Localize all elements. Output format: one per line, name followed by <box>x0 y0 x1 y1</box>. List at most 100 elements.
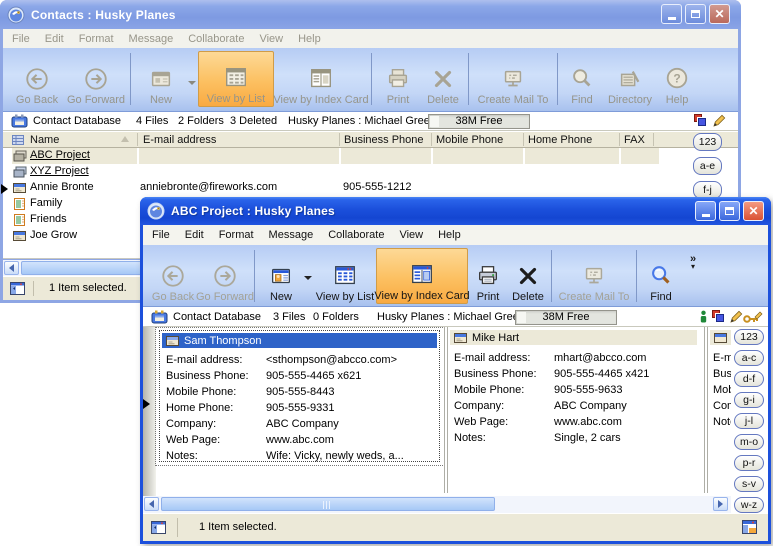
toolbar-overflow-chevron[interactable]: »▾ <box>690 255 696 271</box>
go-forward-button[interactable]: Go Forward <box>65 51 127 107</box>
index-tab-m-o[interactable]: m-o <box>734 434 764 450</box>
find-button[interactable]: Find <box>561 51 603 107</box>
card-field: Business Phone:905-555-4465 x621 <box>160 368 439 384</box>
index-tab-j-l[interactable]: j-l <box>734 413 764 429</box>
menu-help[interactable]: Help <box>438 229 461 241</box>
card-field: Mobile Phone:905-555-9633 <box>450 382 697 398</box>
scrollbar-thumb[interactable] <box>161 497 495 511</box>
maximize-button[interactable] <box>685 4 706 24</box>
index-tab-s-v[interactable]: s-v <box>734 476 764 492</box>
menu-message[interactable]: Message <box>269 229 314 241</box>
window-abc-project: ABC Project : Husky Planes ✕ File Edit F… <box>140 197 771 544</box>
menu-message[interactable]: Message <box>129 33 174 45</box>
col-email[interactable]: E-mail address <box>143 134 216 146</box>
view-by-index-card-button[interactable]: View by Index Card <box>376 248 468 304</box>
index-tab-a-e[interactable]: a-e <box>693 157 722 175</box>
new-dropdown-arrow[interactable] <box>188 81 196 85</box>
database-icon[interactable] <box>712 310 725 323</box>
list-item[interactable]: Annie Bronte anniebronte@fireworks.com 9… <box>3 180 703 196</box>
toolbar-separator <box>371 53 372 105</box>
menu-file[interactable]: File <box>152 229 170 241</box>
index-tab-123[interactable]: 123 <box>693 133 722 151</box>
print-icon <box>475 263 501 289</box>
pencil-icon[interactable] <box>729 310 743 324</box>
menu-format[interactable]: Format <box>79 33 114 45</box>
minimize-button[interactable] <box>661 4 682 24</box>
pencil-icon[interactable] <box>712 114 726 128</box>
go-forward-icon <box>83 66 109 92</box>
go-back-icon <box>24 66 50 92</box>
index-tab-p-r[interactable]: p-r <box>734 455 764 471</box>
list-item[interactable]: ABC Project <box>3 148 703 164</box>
col-business-phone[interactable]: Business Phone <box>344 134 424 146</box>
group-icon <box>14 198 25 210</box>
key-pencil-icon[interactable] <box>743 311 763 324</box>
delete-button[interactable]: Delete <box>508 248 548 304</box>
scroll-left-button[interactable] <box>4 261 19 275</box>
horizontal-scrollbar[interactable] <box>143 496 731 513</box>
go-back-button[interactable]: Go Back <box>9 51 65 107</box>
list-item[interactable]: XYZ Project <box>3 164 703 180</box>
menu-file[interactable]: File <box>12 33 30 45</box>
col-home-phone[interactable]: Home Phone <box>528 134 592 146</box>
go-back-button[interactable]: Go Back <box>147 248 199 304</box>
pane-toggle-icon[interactable] <box>151 521 166 534</box>
index-tab-a-c[interactable]: a-c <box>734 350 764 366</box>
view-by-list-button[interactable]: View by List <box>314 248 376 304</box>
menu-view[interactable]: View <box>259 33 283 45</box>
project-icon <box>13 166 27 178</box>
menu-view[interactable]: View <box>399 229 423 241</box>
scroll-right-button[interactable] <box>713 497 728 511</box>
menu-help[interactable]: Help <box>298 33 321 45</box>
view-by-list-button[interactable]: View by List <box>198 51 274 107</box>
scroll-left-button[interactable] <box>144 497 159 511</box>
menu-collaborate[interactable]: Collaborate <box>188 33 244 45</box>
files-count: 4 Files <box>136 115 168 127</box>
contact-card-mike-hart[interactable]: Mike Hart E-mail address:mhart@abcco.com… <box>450 330 697 460</box>
contact-database-icon <box>151 310 168 324</box>
minimize-icon <box>668 17 676 20</box>
database-icon[interactable] <box>694 114 707 127</box>
contact-card-sam-thompson[interactable]: Sam Thompson E-mail address:<sthompson@a… <box>159 330 440 462</box>
view-by-index-card-button[interactable]: View by Index Card <box>274 51 368 107</box>
col-name[interactable]: Name <box>30 134 59 146</box>
card-field: E-mail address:<sthompson@abcco.com> <box>160 352 439 368</box>
folders-count: 0 Folders <box>313 311 359 323</box>
minimize-button[interactable] <box>695 201 716 221</box>
new-dropdown-arrow[interactable] <box>304 276 312 280</box>
find-button[interactable]: Find <box>640 248 682 304</box>
index-tab-d-f[interactable]: d-f <box>734 371 764 387</box>
status-bar: 1 Item selected. <box>143 513 768 541</box>
create-mail-to-button[interactable]: Create Mail To <box>555 248 633 304</box>
delete-button[interactable]: Delete <box>421 51 465 107</box>
index-tab-w-z[interactable]: w-z <box>734 497 764 513</box>
print-button[interactable]: Print <box>375 51 421 107</box>
maximize-button[interactable] <box>719 201 740 221</box>
print-button[interactable]: Print <box>468 248 508 304</box>
directory-button[interactable]: Directory <box>603 51 657 107</box>
desktop: { "main_window": { "title": "Contacts : … <box>0 0 773 546</box>
col-fax[interactable]: FAX <box>624 134 645 146</box>
menu-collaborate[interactable]: Collaborate <box>328 229 384 241</box>
card-field: Notes: <box>710 414 733 430</box>
close-button[interactable]: ✕ <box>743 201 764 221</box>
close-button[interactable]: ✕ <box>709 4 730 24</box>
create-mail-to-button[interactable]: Create Mail To <box>472 51 554 107</box>
index-tab-123[interactable]: 123 <box>734 329 764 345</box>
help-button[interactable]: ? Help <box>657 51 697 107</box>
menu-edit[interactable]: Edit <box>185 229 204 241</box>
person-icon[interactable] <box>699 310 708 324</box>
index-tab-g-i[interactable]: g-i <box>734 392 764 408</box>
new-button[interactable]: New <box>258 248 304 304</box>
menu-edit[interactable]: Edit <box>45 33 64 45</box>
titlebar[interactable]: ABC Project : Husky Planes ✕ <box>140 197 771 225</box>
new-button[interactable]: New <box>134 51 188 107</box>
col-mobile-phone[interactable]: Mobile Phone <box>436 134 503 146</box>
titlebar[interactable]: Contacts : Husky Planes ✕ <box>0 0 741 29</box>
pane-toggle-icon[interactable] <box>10 282 25 295</box>
view-mode-icon[interactable] <box>742 520 757 534</box>
contact-card-partial[interactable]: E-mail address: Business Phone: Mobile P… <box>710 330 733 460</box>
menu-format[interactable]: Format <box>219 229 254 241</box>
go-forward-button[interactable]: Go Forward <box>199 248 251 304</box>
free-space-gauge: 38M Free <box>428 114 530 129</box>
